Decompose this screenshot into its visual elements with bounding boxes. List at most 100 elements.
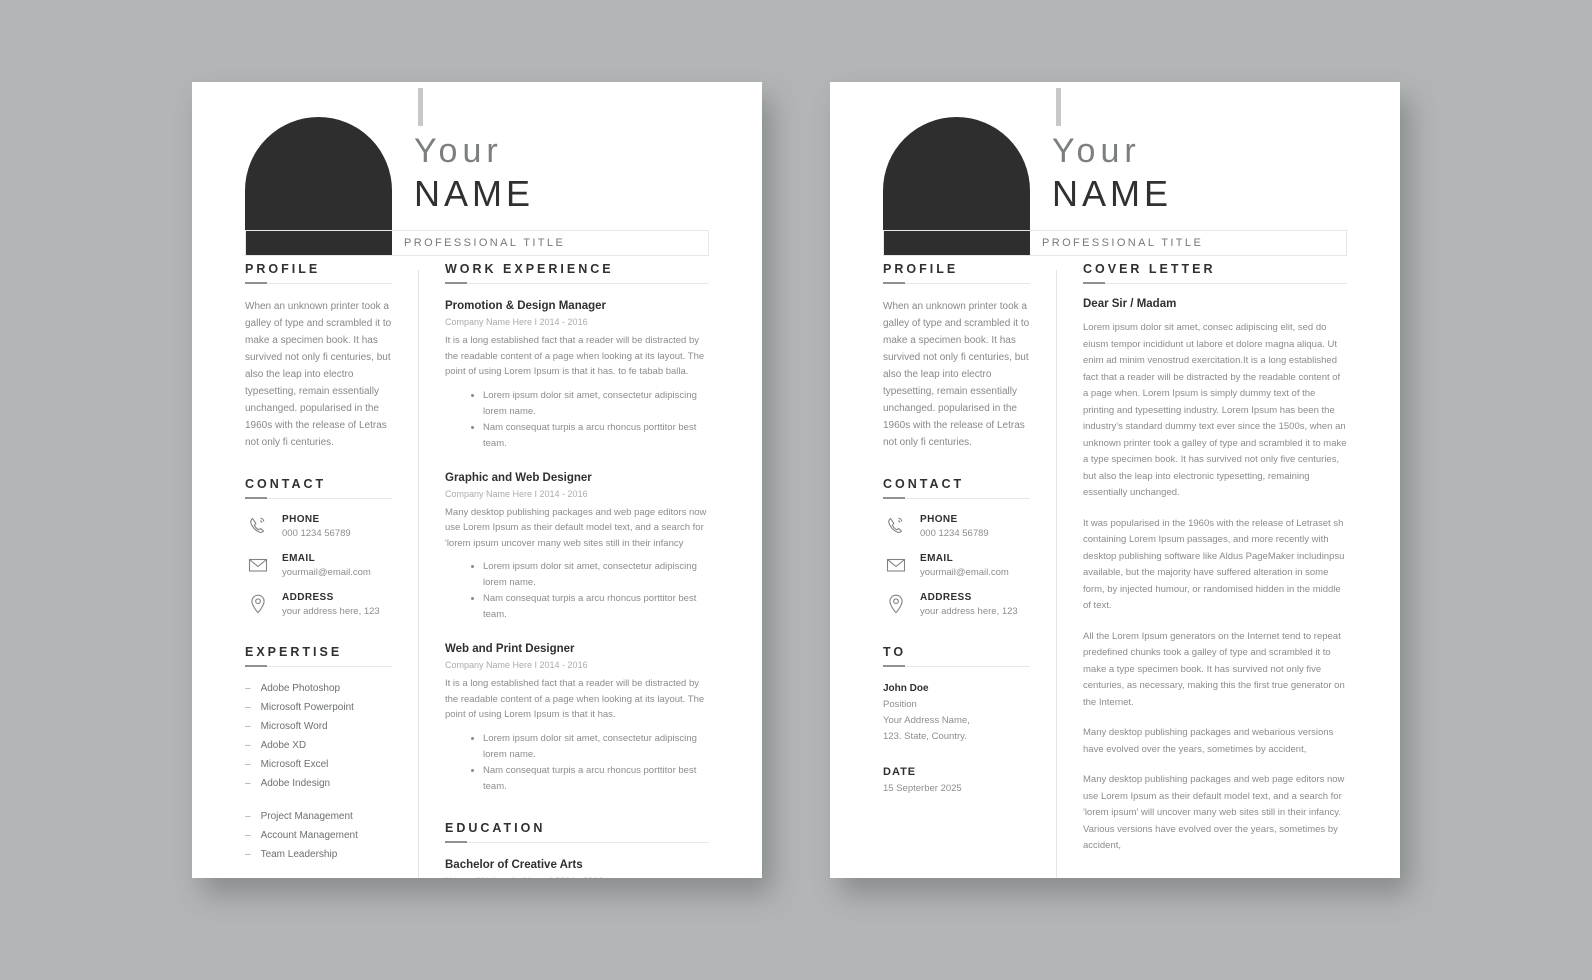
- entry-bullets: Lorem ipsum dolor sit amet, consectetur …: [483, 388, 709, 452]
- first-name: Your: [414, 132, 503, 170]
- contact-section-cover: CONTACT PHONE 000 1234 56789 EMAIL yourm…: [883, 477, 1030, 619]
- profile-heading: PROFILE: [245, 262, 321, 276]
- education-rule: [445, 840, 709, 843]
- dash-icon: –: [245, 740, 251, 751]
- contact-address-value-cover: your address here, 123: [920, 606, 1018, 617]
- contact-section: CONTACT PHONE 000 1234 56789 EMAIL yourm…: [245, 477, 392, 619]
- last-name-cover: NAME: [1052, 173, 1173, 214]
- to-heading: TO: [883, 645, 907, 659]
- expertise-rule: [245, 665, 392, 667]
- salutation: Dear Sir / Madam: [1083, 298, 1177, 310]
- entry-meta: Company Name Here I 2014 - 2016: [445, 488, 588, 499]
- profile-rule-cover: [883, 282, 1030, 284]
- contact-rule-cover: [883, 497, 1030, 499]
- cover-letter-section: COVER LETTER Dear Sir / Madam Lorem ipsu…: [1083, 262, 1347, 878]
- contact-item-phone: PHONE 000 1234 56789: [245, 513, 392, 541]
- entry: Bachelor of Creative Arts Name of Univers…: [445, 857, 709, 879]
- expertise-item-label: Microsoft Word: [260, 721, 328, 732]
- to-rule: [883, 665, 1030, 667]
- resume-body: PROFILE When an unknown printer took a g…: [192, 262, 762, 878]
- contact-address-text-cover: ADDRESS your address here, 123: [920, 591, 1018, 619]
- expertise-heading: EXPERTISE: [245, 645, 343, 659]
- education-section: EDUCATION Bachelor of Creative Arts Name …: [445, 821, 709, 879]
- expertise-item: – Team Leadership: [245, 847, 392, 863]
- contact-email-text-cover: EMAIL yourmail@email.com: [920, 552, 1009, 580]
- header-accent-bar: [418, 88, 423, 126]
- professional-title-bar: PROFESSIONAL TITLE: [245, 230, 709, 256]
- profile-section-cover: PROFILE When an unknown printer took a g…: [883, 262, 1030, 451]
- dash-icon: –: [245, 759, 251, 770]
- contact-phone-label-cover: PHONE: [920, 514, 958, 525]
- address-icon: [245, 591, 271, 617]
- cover-letter-paragraphs: Lorem ipsum dolor sit amet, consec adipi…: [1083, 320, 1347, 855]
- contact-rule: [245, 497, 392, 499]
- education-entries: Bachelor of Creative Arts Name of Univers…: [445, 857, 709, 879]
- entry-meta: Name of University Name I 2014 - 2016: [445, 874, 709, 879]
- expertise-item: – Project Management: [245, 809, 392, 825]
- entry-title: Promotion & Design Manager: [445, 300, 607, 312]
- dash-icon: –: [245, 721, 251, 732]
- professional-title-cover: PROFESSIONAL TITLE: [1042, 237, 1204, 249]
- profile-heading-cover: PROFILE: [883, 262, 959, 276]
- professional-title-bar-cover: PROFESSIONAL TITLE: [883, 230, 1347, 256]
- cover-right-column: COVER LETTER Dear Sir / Madam Lorem ipsu…: [1057, 262, 1400, 878]
- profile-text-cover: When an unknown printer took a galley of…: [883, 301, 1030, 448]
- contact-heading-cover: CONTACT: [883, 477, 965, 491]
- cover-body: PROFILE When an unknown printer took a g…: [830, 262, 1400, 878]
- contact-item-address-cover: ADDRESS your address here, 123: [883, 591, 1030, 619]
- expertise-item: – Adobe Indesign: [245, 776, 392, 792]
- contact-item-address: ADDRESS your address here, 123: [245, 591, 392, 619]
- entry-bullets: Lorem ipsum dolor sit amet, consectetur …: [483, 559, 709, 623]
- canvas: Your NAME PROFESSIONAL TITLE PROFILE Whe…: [0, 0, 1592, 980]
- dash-icon: –: [245, 849, 251, 860]
- expertise-item-label: Microsoft Excel: [260, 759, 329, 770]
- first-name-cover: Your: [1052, 132, 1141, 170]
- expertise-item-label: Microsoft Powerpoint: [260, 702, 354, 713]
- expertise-item: – Account Management: [245, 828, 392, 844]
- phone-icon: [245, 513, 271, 539]
- cover-letter-rule: [1083, 282, 1347, 284]
- contact-phone-value: 000 1234 56789: [282, 528, 351, 539]
- expertise-section: EXPERTISE – Adobe Photoshop – Microsoft Pow…: [245, 645, 392, 863]
- entry-title: Web and Print Designer: [445, 643, 575, 655]
- entry-bullets: Lorem ipsum dolor sit amet, consectetur …: [483, 731, 709, 795]
- entry-bullet-item: Lorem ipsum dolor sit amet, consectetur …: [483, 388, 709, 420]
- dash-icon: –: [245, 811, 251, 822]
- contact-heading: CONTACT: [245, 477, 327, 491]
- entry-title: Bachelor of Creative Arts: [445, 858, 583, 871]
- expertise-list-secondary: – Project Management – Account Management – T…: [245, 809, 392, 863]
- entry-bullet-item: Nam consequat turpis a arcu rhoncus port…: [483, 591, 709, 623]
- entry-bullet-item: Nam consequat turpis a arcu rhoncus port…: [483, 420, 709, 452]
- expertise-item-label: Project Management: [260, 811, 353, 822]
- resume-left-column: PROFILE When an unknown printer took a g…: [192, 262, 418, 878]
- dash-icon: –: [245, 683, 251, 694]
- cover-left-column: PROFILE When an unknown printer took a g…: [830, 262, 1056, 878]
- cover-letter-heading: COVER LETTER: [1083, 262, 1216, 276]
- expertise-item-label: Team Leadership: [260, 849, 338, 860]
- recipient-name: John Doe: [883, 683, 929, 694]
- expertise-item-label: Adobe Indesign: [260, 778, 331, 789]
- expertise-item: – Adobe Photoshop: [245, 681, 392, 697]
- dash-icon: –: [245, 702, 251, 713]
- contact-email-label-cover: EMAIL: [920, 553, 954, 564]
- expertise-item: – Microsoft Powerpoint: [245, 700, 392, 716]
- entry-description: It is a long established fact that a rea…: [445, 335, 705, 377]
- contact-address-value: your address here, 123: [282, 606, 380, 617]
- expertise-item: – Microsoft Word: [245, 719, 392, 735]
- entry-title: Graphic and Web Designer: [445, 471, 592, 484]
- contact-address-label-cover: ADDRESS: [920, 592, 972, 603]
- expertise-list-primary: – Adobe Photoshop – Microsoft Powerpoint – Mi…: [245, 681, 392, 792]
- recipient-address-line-2: 123. State, Country.: [883, 731, 967, 742]
- entry-bullet-item: Lorem ipsum dolor sit amet, consectetur …: [483, 731, 709, 763]
- entry: Promotion & Design Manager Company Name H…: [445, 298, 709, 452]
- entry: Web and Print Designer Company Name Here …: [445, 641, 709, 795]
- profile-text: When an unknown printer took a galley of…: [245, 301, 392, 448]
- date-label: DATE: [883, 766, 917, 778]
- resume-header: Your NAME PROFESSIONAL TITLE: [192, 82, 762, 262]
- contact-phone-label: PHONE: [282, 514, 320, 525]
- contact-address-label: ADDRESS: [282, 592, 334, 603]
- expertise-list-spacer: [245, 795, 392, 809]
- address-icon: [883, 591, 909, 617]
- expertise-item-label: Account Management: [260, 830, 358, 841]
- contact-phone-text: PHONE 000 1234 56789: [282, 513, 351, 541]
